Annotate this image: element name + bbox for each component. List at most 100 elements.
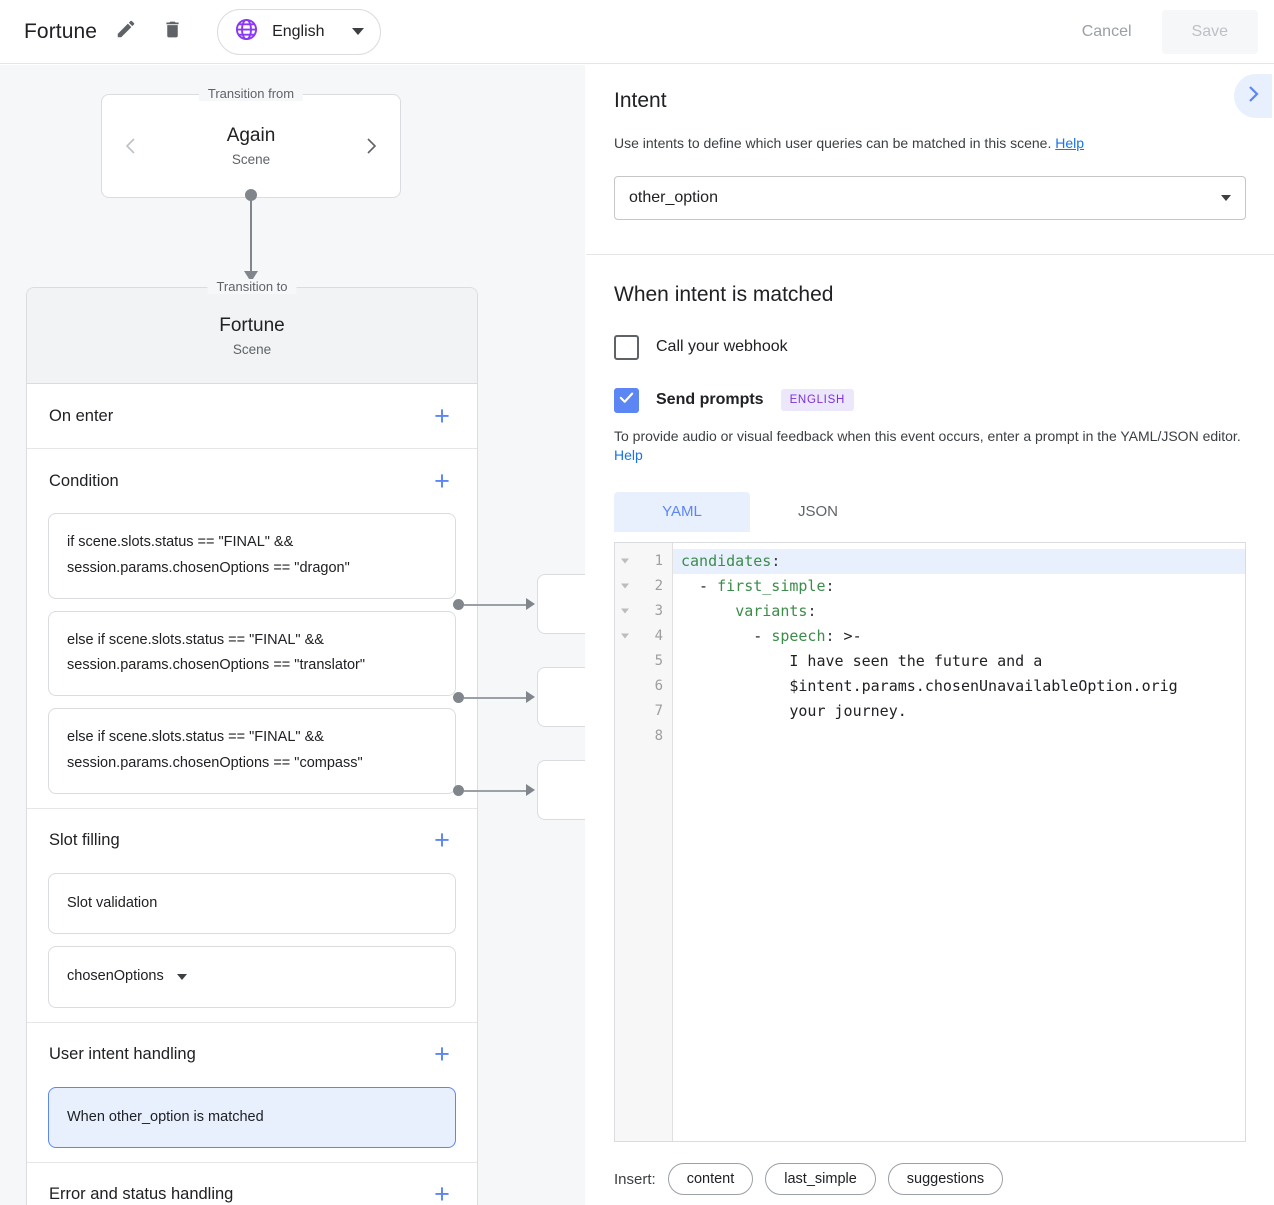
condition-text-line2: session.params.chosenOptions == "dragon" xyxy=(67,556,437,582)
line-number: 3 xyxy=(655,603,663,619)
pencil-icon xyxy=(115,18,137,45)
tab-json[interactable]: JSON xyxy=(750,492,886,532)
condition-target-node[interactable] xyxy=(537,667,585,727)
gutter-row: 3 xyxy=(615,599,672,624)
transition-from-type: Scene xyxy=(232,152,270,167)
intent-help-link[interactable]: Help xyxy=(1055,135,1084,151)
language-badge: ENGLISH xyxy=(781,389,854,411)
add-condition-button[interactable]: + xyxy=(429,468,455,494)
section-on-enter: On enter + xyxy=(27,384,477,449)
chevron-down-icon xyxy=(352,28,364,35)
condition-text-line1: if scene.slots.status == "FINAL" && xyxy=(67,530,437,556)
language-selector[interactable]: English xyxy=(217,9,380,55)
fold-triangle-icon[interactable] xyxy=(621,584,629,589)
transition-connector-line xyxy=(250,195,252,275)
insert-chip-last-simple[interactable]: last_simple xyxy=(765,1163,876,1195)
editor-help-link[interactable]: Help xyxy=(614,447,643,463)
chevron-down-icon xyxy=(1221,195,1231,201)
slot-row[interactable]: chosenOptions xyxy=(48,946,456,1007)
code-rest: $intent.params.chosenUnavailableOption.o… xyxy=(789,677,1177,695)
code-rest: your journey. xyxy=(789,702,906,720)
transition-from-card[interactable]: Transition from Again Scene xyxy=(101,94,401,198)
insert-bar: Insert: content last_simple suggestions xyxy=(614,1163,1003,1195)
line-number: 4 xyxy=(655,628,663,644)
expand-panel-button[interactable] xyxy=(1234,74,1272,118)
condition-target-node[interactable] xyxy=(537,760,585,820)
line-number: 1 xyxy=(655,553,663,569)
trash-icon xyxy=(162,19,183,45)
add-slot-button[interactable]: + xyxy=(429,828,455,854)
next-scene-button[interactable] xyxy=(358,133,384,159)
condition-connector-arrowhead xyxy=(526,691,535,703)
slot-validation-row[interactable]: Slot validation xyxy=(48,873,456,934)
code-line: - speech: >- xyxy=(673,624,1245,649)
transition-to-legend: Transition to xyxy=(207,279,296,294)
webhook-row: Call your webhook xyxy=(614,335,1246,360)
code-line: your journey. xyxy=(673,699,1245,724)
section-title-user-intent-handling: User intent handling xyxy=(49,1045,196,1064)
transition-to-card[interactable]: Transition to Fortune Scene xyxy=(27,288,477,384)
condition-connector-dot xyxy=(453,785,464,796)
section-condition: Condition + if scene.slots.status == "FI… xyxy=(27,449,477,809)
code-line: $intent.params.chosenUnavailableOption.o… xyxy=(673,674,1245,699)
fold-triangle-icon[interactable] xyxy=(621,609,629,614)
delete-scene-button[interactable] xyxy=(155,15,189,49)
language-label: English xyxy=(272,23,324,41)
gutter-row: 6 xyxy=(615,674,672,699)
transition-from-name: Again xyxy=(227,125,276,147)
transition-to-name: Fortune xyxy=(219,315,284,337)
code-key: first_simple xyxy=(717,577,825,595)
slot-name-label: chosenOptions xyxy=(67,968,164,985)
globe-icon xyxy=(234,17,259,47)
call-webhook-checkbox[interactable] xyxy=(614,335,639,360)
condition-target-node[interactable] xyxy=(537,574,585,634)
fold-triangle-icon[interactable] xyxy=(621,634,629,639)
code-key: variants xyxy=(735,602,807,620)
transition-from-legend: Transition from xyxy=(199,86,303,101)
send-prompts-label: Send prompts xyxy=(656,391,764,409)
condition-row[interactable]: else if scene.slots.status == "FINAL" &&… xyxy=(48,611,456,697)
add-error-handler-button[interactable]: + xyxy=(429,1182,455,1205)
transition-to-type: Scene xyxy=(233,342,271,357)
condition-row[interactable]: if scene.slots.status == "FINAL" && sess… xyxy=(48,513,456,599)
insert-chip-content[interactable]: content xyxy=(668,1163,754,1195)
insert-chip-suggestions[interactable]: suggestions xyxy=(888,1163,1003,1195)
top-bar-actions: Cancel Save xyxy=(1060,10,1258,54)
save-button[interactable]: Save xyxy=(1162,10,1258,54)
line-number: 7 xyxy=(655,703,663,719)
editor-description: To provide audio or visual feedback when… xyxy=(614,427,1244,466)
send-prompts-checkbox[interactable] xyxy=(614,388,639,413)
code-indent: - xyxy=(681,577,717,595)
code-indent xyxy=(681,652,789,670)
prompt-code-editor[interactable]: 1 2 3 4 5 6 7 8 candidates: - first_simp… xyxy=(614,542,1246,1142)
condition-row[interactable]: else if scene.slots.status == "FINAL" &&… xyxy=(48,708,456,794)
call-webhook-label: Call your webhook xyxy=(656,338,788,356)
section-user-intent-handling: User intent handling + When other_option… xyxy=(27,1023,477,1163)
editor-code-area[interactable]: candidates: - first_simple: variants: - … xyxy=(673,543,1245,1141)
section-slot-filling: Slot filling + Slot validation chosenOpt… xyxy=(27,809,477,1023)
condition-connector-dot xyxy=(453,692,464,703)
condition-connector-arrowhead xyxy=(526,784,535,796)
intent-select-value: other_option xyxy=(629,189,718,207)
chevron-down-icon[interactable] xyxy=(177,974,187,980)
code-punc: : xyxy=(771,552,780,570)
code-line: I have seen the future and a xyxy=(673,649,1245,674)
condition-text-line2: session.params.chosenOptions == "compass… xyxy=(67,751,437,777)
tab-yaml[interactable]: YAML xyxy=(614,492,750,532)
fold-triangle-icon[interactable] xyxy=(621,559,629,564)
previous-scene-button[interactable] xyxy=(118,133,144,159)
code-line: - first_simple: xyxy=(673,574,1245,599)
add-user-intent-button[interactable]: + xyxy=(429,1042,455,1068)
gutter-row: 2 xyxy=(615,574,672,599)
intent-select[interactable]: other_option xyxy=(614,176,1246,220)
cancel-button[interactable]: Cancel xyxy=(1060,10,1154,54)
gutter-row: 7 xyxy=(615,699,672,724)
rename-scene-button[interactable] xyxy=(109,15,143,49)
add-on-enter-button[interactable]: + xyxy=(429,403,455,429)
code-line: candidates: xyxy=(673,549,1245,574)
user-intent-row-selected[interactable]: When other_option is matched xyxy=(48,1087,456,1148)
code-indent xyxy=(681,677,789,695)
code-indent xyxy=(681,702,789,720)
section-title-condition: Condition xyxy=(49,472,119,491)
condition-connector-line xyxy=(464,604,526,606)
